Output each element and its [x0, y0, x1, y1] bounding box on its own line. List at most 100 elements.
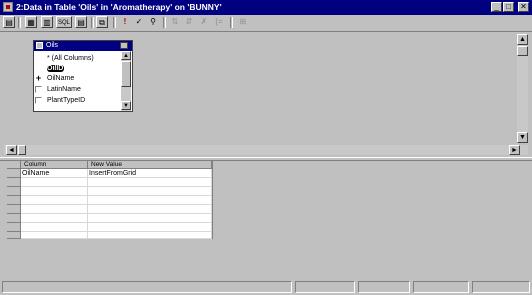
diagram-pane[interactable]: ▲ ▼ ◄ ► Oils * (All Columns) OilID + Oil… — [4, 33, 532, 157]
grid-cell-value[interactable] — [88, 214, 212, 223]
row-selector[interactable] — [7, 187, 21, 196]
column-row-oilname[interactable]: + OilName — [35, 74, 119, 83]
grid-pane[interactable]: Column New Value OilName InsertFromGrid — [4, 161, 532, 276]
row-selector[interactable] — [7, 232, 21, 239]
table-row[interactable] — [7, 196, 212, 205]
row-selector[interactable] — [7, 178, 21, 187]
table-row[interactable] — [7, 187, 212, 196]
filter-button[interactable]: ⚲ — [147, 16, 159, 28]
scroll-down-button[interactable]: ▼ — [517, 132, 528, 143]
scroll-thumb[interactable] — [517, 46, 528, 56]
grid-header-new-value[interactable]: New Value — [88, 161, 212, 169]
scroll-right-button[interactable]: ► — [509, 145, 520, 155]
scroll-up-button[interactable]: ▲ — [517, 34, 528, 45]
grid-cell-value[interactable] — [88, 205, 212, 214]
group-by-icon: {= — [215, 17, 223, 26]
group-by-button[interactable]: {= — [213, 16, 225, 28]
grid-cell-value[interactable] — [88, 196, 212, 205]
table-row[interactable] — [7, 178, 212, 187]
title-bar[interactable]: 2:Data in Table 'Oils' in 'Aromatherapy'… — [0, 0, 532, 15]
sort-ascending-icon: ⇅ — [171, 17, 179, 26]
properties-icon: ▤ — [5, 18, 13, 27]
grid-header-column[interactable]: Column — [21, 161, 88, 169]
diagram-vertical-scrollbar[interactable]: ▲ ▼ — [517, 34, 528, 143]
grid-cell-value[interactable] — [88, 223, 212, 232]
row-selector[interactable] — [7, 214, 21, 223]
row-selector[interactable] — [7, 169, 21, 178]
sql-pane-icon: SQL — [57, 20, 70, 26]
status-panel-main — [2, 281, 292, 293]
column-checkbox[interactable] — [35, 97, 42, 104]
remove-filter-2-icon: ✗ — [200, 17, 208, 26]
grid-cell-column[interactable] — [21, 214, 88, 223]
grid-cell-value[interactable]: InsertFromGrid — [88, 169, 212, 178]
grid-pane-button[interactable]: ▥ — [41, 16, 53, 28]
oils-table-box[interactable]: Oils * (All Columns) OilID + OilName Lat… — [33, 40, 133, 112]
diagram-horizontal-scrollbar[interactable]: ◄ ► — [4, 145, 528, 155]
column-label: PlantTypeID — [47, 97, 86, 104]
verify-sql-button[interactable]: ✓ — [133, 16, 145, 28]
maximize-button[interactable]: □ — [503, 2, 514, 12]
column-label: * (All Columns) — [47, 55, 94, 62]
sort-descending-icon: ⇵ — [185, 17, 193, 26]
verify-sql-icon: ✓ — [135, 17, 143, 26]
remove-filter-button[interactable]: ✗ — [198, 16, 210, 28]
table-row[interactable] — [7, 205, 212, 214]
results-pane-icon: ▤ — [77, 18, 85, 27]
row-selector[interactable] — [7, 196, 21, 205]
column-row-latinname[interactable]: LatinName — [35, 85, 119, 94]
sort-ascending-button[interactable]: ⇅ — [169, 16, 181, 28]
toolbar-separator — [113, 17, 116, 28]
table-title: Oils — [46, 42, 59, 49]
grid-cell-column[interactable] — [21, 178, 88, 187]
column-checkbox[interactable] — [35, 86, 42, 93]
grid-cell-value[interactable] — [88, 187, 212, 196]
minimize-button[interactable]: _ — [491, 2, 502, 12]
grid-cell-column[interactable] — [21, 205, 88, 214]
horizontal-scroll-thumb[interactable] — [18, 145, 26, 155]
change-query-type-button[interactable]: ⧉ — [96, 16, 108, 28]
grid-cell-column[interactable] — [21, 187, 88, 196]
table-scroll-thumb[interactable] — [121, 61, 131, 87]
toolbar-separator — [18, 17, 21, 28]
grid-cell-value[interactable] — [88, 232, 212, 239]
table-row[interactable] — [7, 214, 212, 223]
table-row[interactable]: OilName InsertFromGrid — [7, 169, 212, 178]
app-icon[interactable] — [3, 2, 13, 12]
results-pane-button[interactable]: ▤ — [75, 16, 87, 28]
table-title-bar[interactable]: Oils — [34, 41, 132, 51]
table-row[interactable] — [7, 223, 212, 232]
table-scroll-up-button[interactable]: ▲ — [121, 51, 131, 60]
close-button[interactable]: ✕ — [518, 2, 529, 12]
properties-button[interactable]: ▤ — [3, 16, 15, 28]
grid-cell-column[interactable] — [21, 232, 88, 239]
sql-pane-button[interactable]: SQL — [56, 16, 72, 28]
toolbar-separator — [230, 17, 233, 28]
column-row-oilid[interactable]: OilID — [35, 64, 119, 73]
run-button[interactable]: ! — [119, 16, 131, 28]
row-selector[interactable] — [7, 205, 21, 214]
column-row-all[interactable]: * (All Columns) — [35, 54, 119, 63]
table-window-button[interactable] — [120, 42, 128, 49]
scroll-left-button[interactable]: ◄ — [6, 145, 17, 155]
table-icon — [36, 42, 43, 49]
change-query-type-icon: ⧉ — [99, 18, 105, 27]
column-row-planttypeid[interactable]: PlantTypeID — [35, 96, 119, 105]
add-table-icon: ⊞ — [239, 17, 247, 26]
sort-descending-button[interactable]: ⇵ — [183, 16, 195, 28]
add-table-button[interactable]: ⊞ — [237, 16, 249, 28]
grid-cell-column[interactable] — [21, 196, 88, 205]
column-label: OilID — [47, 65, 64, 72]
grid-cell-column[interactable]: OilName — [21, 169, 88, 178]
window-title: 2:Data in Table 'Oils' in 'Aromatherapy'… — [16, 2, 222, 12]
grid-cell-value[interactable] — [88, 178, 212, 187]
status-panel — [358, 281, 410, 293]
table-scroll-down-button[interactable]: ▼ — [121, 101, 131, 110]
run-icon: ! — [123, 17, 127, 26]
row-selector[interactable] — [7, 223, 21, 232]
diagram-pane-button[interactable]: ▦ — [25, 16, 37, 28]
grid-table: Column New Value OilName InsertFromGrid — [7, 161, 213, 239]
grid-cell-column[interactable] — [21, 223, 88, 232]
table-box-scrollbar[interactable]: ▲ ▼ — [121, 51, 131, 111]
table-row[interactable] — [7, 232, 212, 239]
